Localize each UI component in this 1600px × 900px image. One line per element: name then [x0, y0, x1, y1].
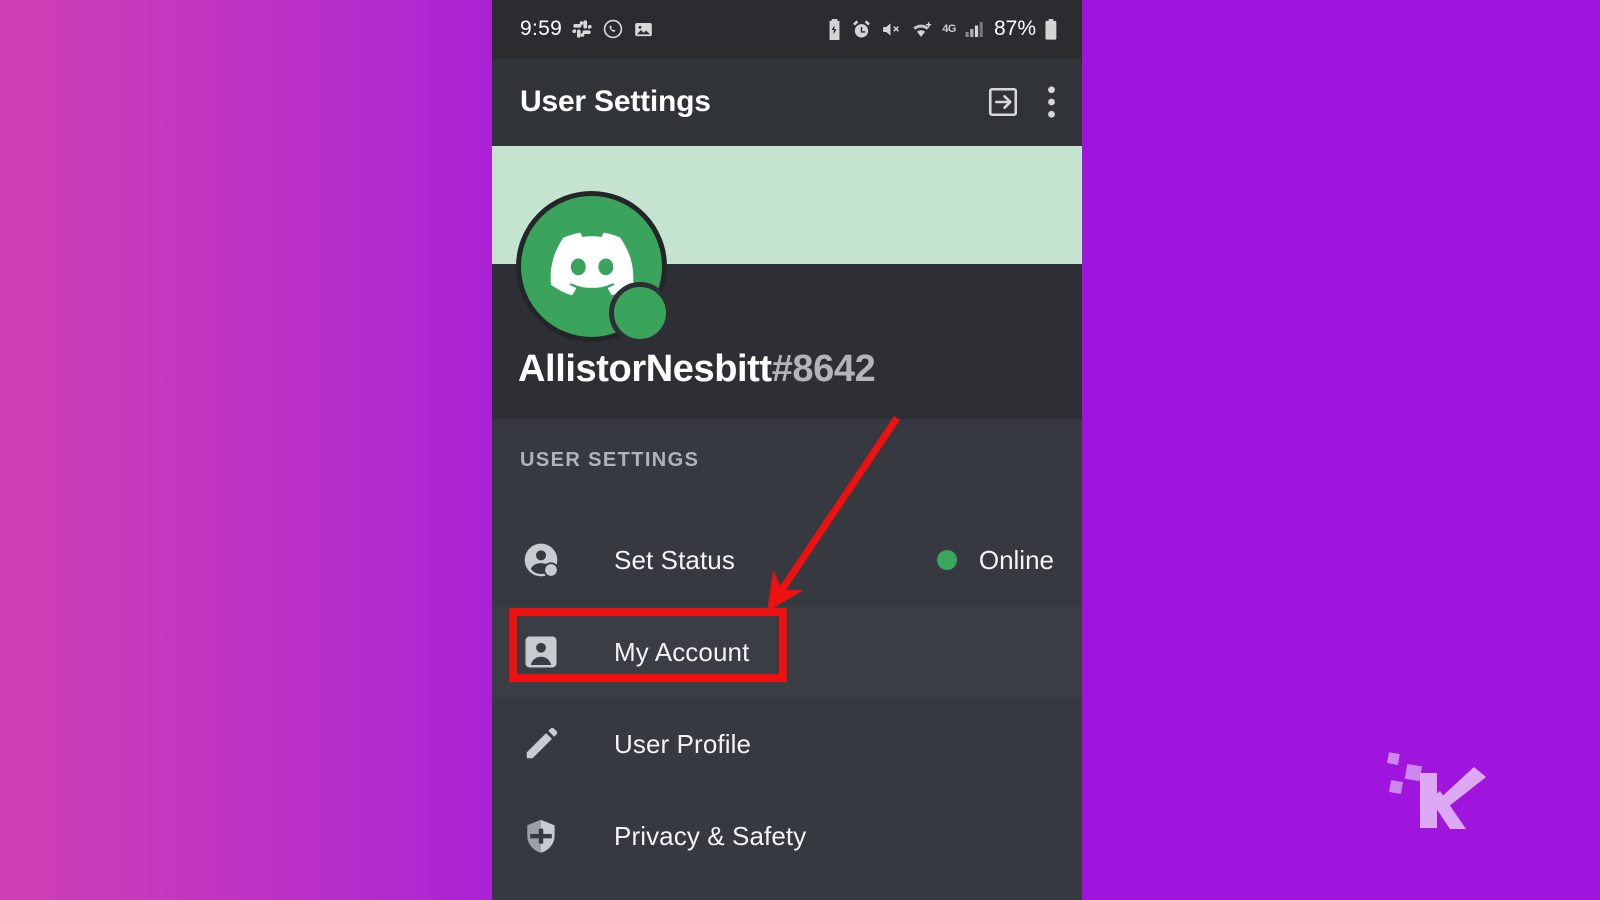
whatsapp-icon — [602, 18, 624, 40]
settings-row-label: Privacy & Safety — [614, 820, 807, 851]
slack-icon — [571, 18, 593, 40]
person-card-icon — [520, 631, 562, 673]
settings-row-value: Online — [936, 544, 1054, 576]
mute-icon — [880, 19, 902, 40]
settings-row-label: User Profile — [614, 728, 752, 759]
wifi-icon — [910, 19, 934, 39]
network-4g-icon: 4G — [942, 23, 956, 35]
settings-row-my-account[interactable]: My Account — [492, 606, 1082, 698]
signal-bars-icon — [964, 19, 984, 39]
pencil-icon — [520, 723, 562, 765]
settings-row-label: My Account — [614, 636, 750, 667]
page-title: User Settings — [520, 85, 711, 118]
status-bar-left: 9:59 — [520, 17, 654, 41]
photo-icon — [633, 19, 654, 40]
settings-row-label: Set Status — [614, 544, 735, 575]
discriminator-label: #8642 — [771, 348, 876, 390]
settings-row-user-profile[interactable]: User Profile — [492, 698, 1082, 790]
shield-icon — [520, 815, 562, 857]
section-header-user-settings: USER SETTINGS — [520, 449, 700, 471]
logout-icon[interactable] — [985, 84, 1021, 120]
background-right-panel — [1082, 0, 1600, 900]
phone-screenshot-panel: 9:59 4G 87% User Settings AllistorNesbit… — [492, 0, 1082, 900]
avatar-status-indicator — [609, 282, 671, 344]
username-label: AllistorNesbitt — [518, 348, 772, 390]
app-header: User Settings — [492, 58, 1082, 146]
settings-row-set-status[interactable]: Set Status Online — [492, 514, 1082, 606]
status-value-label: Online — [978, 544, 1054, 575]
status-bar-right: 4G 87% — [826, 17, 1058, 41]
avatar[interactable] — [516, 191, 671, 344]
knowtechie-watermark: K — [1382, 733, 1490, 831]
account-status-icon — [520, 539, 562, 581]
profile-block: AllistorNesbitt#8642 — [492, 191, 1082, 419]
more-vertical-icon[interactable] — [1047, 85, 1056, 119]
status-bar: 9:59 4G 87% — [492, 0, 1082, 58]
background-left-gradient — [0, 0, 492, 900]
username-row: AllistorNesbitt#8642 — [518, 348, 876, 391]
header-actions — [985, 84, 1056, 120]
battery-percentage-label: 87% — [993, 17, 1036, 40]
alarm-icon — [851, 19, 872, 40]
battery-saver-icon — [826, 18, 843, 40]
battery-icon — [1044, 18, 1058, 40]
status-bar-clock: 9:59 — [520, 17, 563, 40]
settings-row-privacy-safety[interactable]: Privacy & Safety — [492, 790, 1082, 882]
settings-list: USER SETTINGS Set Status Online My Accou… — [492, 419, 1082, 882]
status-dot-online — [936, 550, 957, 570]
